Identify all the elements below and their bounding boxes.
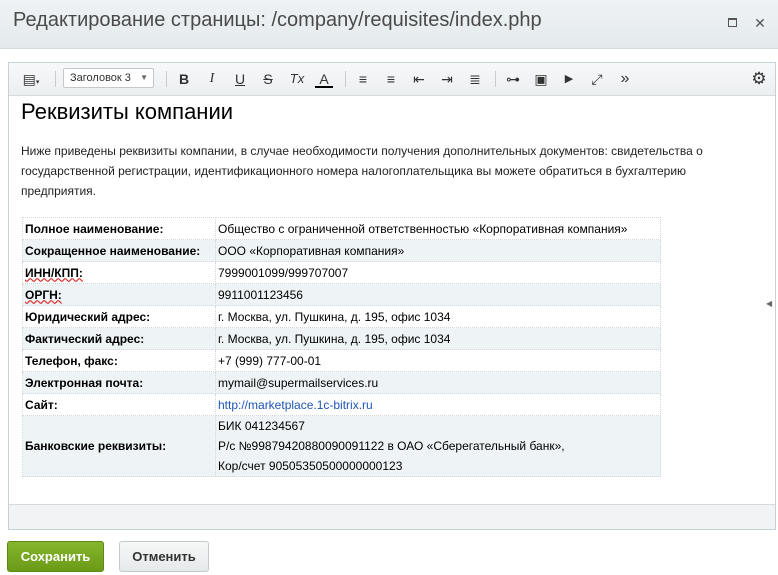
row-value: Общество с ограниченной ответственностью… (215, 217, 661, 240)
bank-bik: БИК 041234567 (218, 419, 305, 433)
row-label: ИНН/КПП: (22, 261, 216, 284)
row-value: 9911001123456 (215, 283, 661, 306)
bank-corr-account: Кор/счет 90505350500000000123 (218, 459, 403, 473)
indent-icon[interactable]: ⇥ (438, 69, 456, 89)
maximize-icon[interactable] (724, 15, 740, 31)
table-row: ОРГН: 9911001123456 (22, 283, 661, 306)
cancel-button[interactable]: Отменить (119, 541, 209, 572)
table-row: ИНН/КПП: 7999001099/999707007 (22, 261, 661, 284)
row-value: г. Москва, ул. Пушкина, д. 195, офис 103… (215, 305, 661, 328)
requisites-table: Полное наименование: Общество с ограниче… (22, 217, 661, 477)
unordered-list-icon[interactable]: ≡ (382, 69, 400, 89)
row-label: Сокращенное наименование: (22, 239, 216, 262)
more-icon[interactable]: » (616, 69, 634, 89)
table-row: Фактический адрес: г. Москва, ул. Пушкин… (22, 327, 661, 350)
underline-button[interactable]: U (231, 69, 249, 89)
video-icon[interactable]: ▶ (560, 69, 578, 89)
chevron-down-icon: ▼ (140, 73, 148, 82)
row-label: ОРГН: (22, 283, 216, 306)
image-icon[interactable]: ▣ (532, 69, 550, 89)
website-link[interactable]: http://marketplace.1c-bitrix.ru (218, 398, 373, 412)
style-select-value: Заголовок 3 (70, 72, 131, 84)
gear-icon[interactable]: ⚙ (749, 69, 769, 89)
clear-format-button[interactable]: Tx (287, 69, 307, 89)
align-icon[interactable]: ≣ (466, 69, 484, 89)
style-select[interactable]: Заголовок 3 ▼ (63, 68, 154, 88)
row-value: 7999001099/999707007 (215, 261, 661, 284)
view-mode-icon[interactable]: ▤▾ (19, 69, 43, 89)
save-button[interactable]: Сохранить (7, 541, 104, 572)
outdent-icon[interactable]: ⇤ (410, 69, 428, 89)
font-color-button[interactable]: A (315, 69, 333, 88)
bold-button[interactable]: B (175, 69, 193, 89)
table-row-bank: Банковские реквизиты: БИК 041234567 Р/с … (22, 415, 661, 477)
editor-statusbar (9, 504, 775, 529)
table-row: Юридический адрес: г. Москва, ул. Пушкин… (22, 305, 661, 328)
table-row: Телефон, факс: +7 (999) 777-00-01 (22, 349, 661, 372)
italic-button[interactable]: I (203, 69, 221, 89)
row-label: Полное наименование: (22, 217, 216, 240)
bank-account: Р/с №99879420880090091122 в ОАО «Сберега… (218, 439, 565, 453)
row-label: Банковские реквизиты: (22, 415, 216, 477)
window-title: Редактирование страницы: /company/requis… (13, 9, 542, 31)
fullscreen-icon[interactable]: ⤢ (588, 69, 606, 89)
editor-toolbar: ▤▾ Заголовок 3 ▼ B I U S Tx A ≡ ≡ ⇤ ⇥ ≣ … (9, 63, 775, 96)
row-label: Фактический адрес: (22, 327, 216, 350)
table-row: Сайт: http://marketplace.1c-bitrix.ru (22, 393, 661, 416)
row-value: +7 (999) 777-00-01 (215, 349, 661, 372)
link-icon[interactable]: ⊶ (503, 69, 523, 89)
row-label: Сайт: (22, 393, 216, 416)
table-row: Электронная почта: mymail@supermailservi… (22, 371, 661, 394)
strikethrough-button[interactable]: S (259, 69, 277, 89)
html-editor: ▤▾ Заголовок 3 ▼ B I U S Tx A ≡ ≡ ⇤ ⇥ ≣ … (8, 62, 776, 530)
page-heading: Реквизиты компании (21, 99, 234, 124)
close-icon[interactable]: ✕ (752, 15, 768, 31)
ordered-list-icon[interactable]: ≡ (354, 69, 372, 89)
row-value: mymail@supermailservices.ru (215, 371, 661, 394)
window-titlebar: Редактирование страницы: /company/requis… (0, 0, 778, 49)
table-row: Сокращенное наименование: ООО «Корпорати… (22, 239, 661, 262)
row-value: г. Москва, ул. Пушкина, д. 195, офис 103… (215, 327, 661, 350)
row-label: Телефон, факс: (22, 349, 216, 372)
intro-paragraph: Ниже приведены реквизиты компании, в слу… (21, 144, 703, 198)
row-value: ООО «Корпоративная компания» (215, 239, 661, 262)
row-label: Электронная почта: (22, 371, 216, 394)
chevron-left-icon[interactable]: ◀ (766, 299, 772, 308)
row-label: Юридический адрес: (22, 305, 216, 328)
table-row: Полное наименование: Общество с ограниче… (22, 217, 661, 240)
